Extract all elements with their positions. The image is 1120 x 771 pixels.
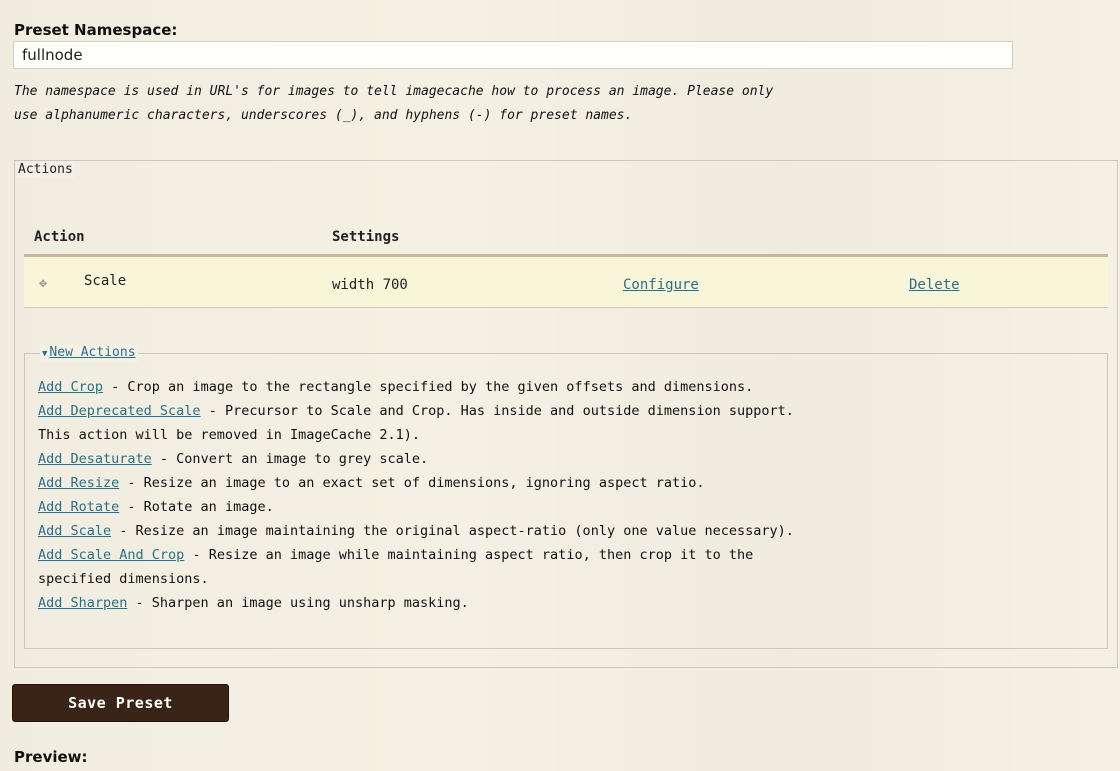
new-action-item: This action will be removed in ImageCach… [38,423,420,447]
collapse-triangle-icon[interactable]: ▼ [42,349,47,359]
namespace-label: Preset Namespace: [14,21,178,39]
preview-label: Preview: [14,748,88,766]
new-action-item: specified dimensions. [38,567,209,591]
new-action-description: This action will be removed in ImageCach… [38,427,421,443]
new-action-link[interactable]: Add Crop [38,379,103,395]
new-action-item: Add Rotate - Rotate an image. [38,495,274,519]
save-preset-button[interactable]: Save Preset [12,684,229,722]
drag-handle-icon[interactable]: ✥ [36,277,50,291]
new-actions-toggle-link[interactable]: New Actions [49,345,135,360]
new-action-description: - Rotate an image. [119,499,274,515]
new-action-item: Add Resize - Resize an image to an exact… [38,471,704,495]
new-action-description: - Resize an image to an exact set of dim… [119,475,705,491]
new-action-link[interactable]: Add Sharpen [38,595,127,611]
new-action-link[interactable]: Add Rotate [38,499,119,515]
new-action-description: - Sharpen an image using unsharp masking… [127,595,469,611]
new-actions-legend[interactable]: ▼ New Actions [40,345,138,362]
new-action-description: - Crop an image to the rectangle specifi… [103,379,754,395]
actions-legend: Actions [16,162,75,178]
configure-link[interactable]: Configure [623,277,699,293]
new-action-item: Add Scale - Resize an image maintaining … [38,519,794,543]
new-action-description: specified dimensions. [38,571,209,587]
new-action-link[interactable]: Add Deprecated Scale [38,403,201,419]
new-action-description: - Precursor to Scale and Crop. Has insid… [200,403,794,419]
new-action-link[interactable]: Add Desaturate [38,451,152,467]
new-action-description: - Resize an image while maintaining aspe… [184,547,754,563]
new-action-link[interactable]: Add Scale [38,523,111,539]
row-action-name: Scale [84,273,127,289]
namespace-description-line2: use alphanumeric characters, underscores… [14,108,633,123]
new-action-description: - Convert an image to grey scale. [151,451,429,467]
new-action-link[interactable]: Add Resize [38,475,119,491]
namespace-description-line1: The namespace is used in URL's for image… [14,84,774,99]
namespace-description: The namespace is used in URL's for image… [14,80,1114,128]
new-action-item: Add Sharpen - Sharpen an image using uns… [38,591,469,615]
new-action-link[interactable]: Add Scale And Crop [38,547,184,563]
new-action-item: Add Crop - Crop an image to the rectangl… [38,375,753,399]
column-header-action: Action [34,229,85,245]
namespace-input[interactable] [13,41,1013,69]
new-action-description: - Resize an image maintaining the origin… [111,523,794,539]
new-action-item: Add Desaturate - Convert an image to gre… [38,447,428,471]
new-action-item: Add Deprecated Scale - Precursor to Scal… [38,399,794,423]
delete-link[interactable]: Delete [909,277,960,293]
new-action-item: Add Scale And Crop - Resize an image whi… [38,543,753,567]
column-header-settings: Settings [332,229,400,245]
row-settings: width 700 [332,277,408,293]
